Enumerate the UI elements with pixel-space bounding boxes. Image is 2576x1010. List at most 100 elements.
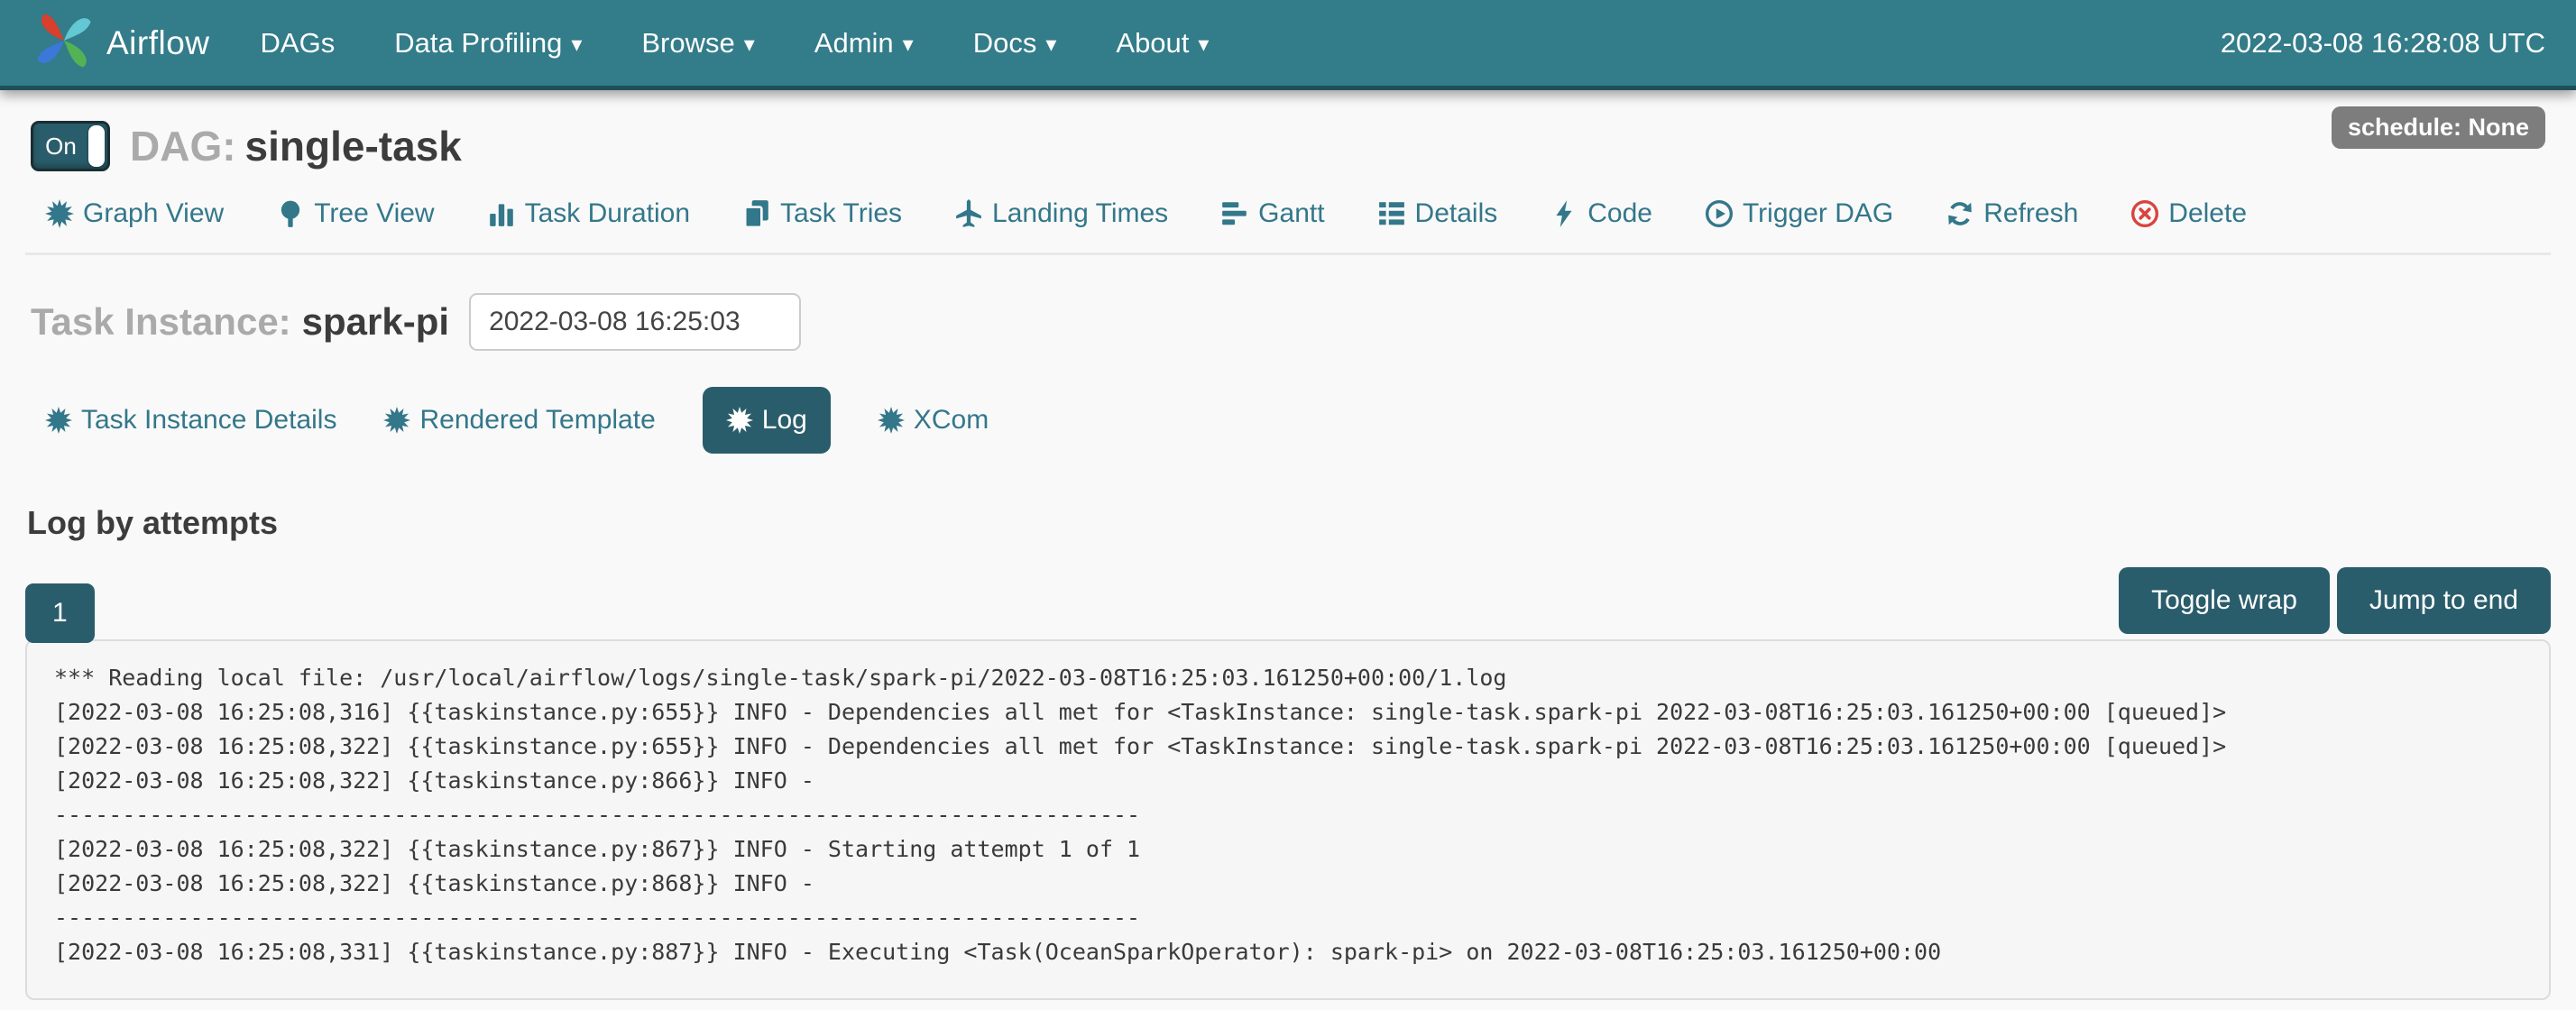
burst-icon bbox=[878, 407, 905, 434]
log-line: [2022-03-08 16:25:08,316] {{taskinstance… bbox=[54, 695, 2522, 730]
tab-label: Landing Times bbox=[992, 198, 1168, 229]
task-instance-tabs: Task Instance Details Rendered Template … bbox=[45, 387, 2551, 454]
top-navbar: Airflow DAGs Data Profiling ▾ Browse ▾ A… bbox=[0, 0, 2576, 90]
tab-label: Task Instance Details bbox=[81, 405, 336, 436]
airflow-pinwheel-logo-icon bbox=[31, 7, 97, 78]
log-line: [2022-03-08 16:25:08,322] {{taskinstance… bbox=[54, 764, 2522, 798]
toggle-knob bbox=[88, 125, 105, 167]
page-title: DAG:single-task bbox=[130, 122, 462, 170]
nav-item-admin[interactable]: Admin ▾ bbox=[814, 27, 914, 60]
tab-label: Details bbox=[1415, 198, 1498, 229]
dag-pause-toggle[interactable]: On bbox=[31, 121, 110, 171]
page-content: On DAG:single-task schedule: None Graph … bbox=[0, 90, 2576, 1000]
tab-tree-view[interactable]: Tree View bbox=[276, 198, 434, 229]
log-line: [2022-03-08 16:25:08,322] {{taskinstance… bbox=[54, 867, 2522, 901]
log-attempts-bar: 1 Toggle wrap Jump to end bbox=[25, 567, 2551, 639]
toggle-wrap-button[interactable]: Toggle wrap bbox=[2119, 567, 2330, 634]
section-divider bbox=[25, 252, 2551, 255]
tab-rendered-template[interactable]: Rendered Template bbox=[383, 405, 655, 436]
log-line: [2022-03-08 16:25:08,322] {{taskinstance… bbox=[54, 832, 2522, 867]
list-icon bbox=[1377, 199, 1406, 228]
tab-label: Rendered Template bbox=[419, 405, 655, 436]
tab-label: Task Duration bbox=[525, 198, 690, 229]
attempt-tab-1[interactable]: 1 bbox=[25, 583, 95, 643]
nav-item-label: Data Profiling bbox=[394, 27, 562, 60]
dag-header: On DAG:single-task schedule: None bbox=[25, 121, 2551, 171]
toggle-on-label: On bbox=[33, 133, 88, 161]
task-instance-header: Task Instance: spark-pi bbox=[31, 293, 2551, 351]
button-trigger-dag[interactable]: Trigger DAG bbox=[1705, 198, 1893, 229]
log-line: ----------------------------------------… bbox=[54, 901, 2522, 935]
nav-item-label: DAGs bbox=[261, 27, 336, 60]
tab-label: Log bbox=[762, 405, 807, 436]
tab-label: Code bbox=[1587, 198, 1652, 229]
tab-label: Task Tries bbox=[780, 198, 902, 229]
plane-icon bbox=[954, 199, 983, 228]
log-line: *** Reading local file: /usr/local/airfl… bbox=[54, 661, 2522, 695]
nav-item-browse[interactable]: Browse ▾ bbox=[641, 27, 754, 60]
tab-log[interactable]: Log bbox=[703, 387, 831, 454]
tab-task-instance-details[interactable]: Task Instance Details bbox=[45, 405, 336, 436]
jump-to-end-button[interactable]: Jump to end bbox=[2337, 567, 2551, 634]
nav-menu: DAGs Data Profiling ▾ Browse ▾ Admin ▾ D… bbox=[261, 27, 1210, 60]
tab-task-duration[interactable]: Task Duration bbox=[487, 198, 690, 229]
tab-label: XCom bbox=[914, 405, 989, 436]
tab-label: Tree View bbox=[314, 198, 434, 229]
task-name: spark-pi bbox=[302, 300, 449, 344]
tab-label: Delete bbox=[2168, 198, 2247, 229]
copy-pages-icon bbox=[742, 199, 771, 228]
log-buttons: Toggle wrap Jump to end bbox=[2119, 567, 2551, 634]
log-line: [2022-03-08 16:25:08,331] {{taskinstance… bbox=[54, 935, 2522, 969]
nav-item-docs[interactable]: Docs ▾ bbox=[973, 27, 1057, 60]
burst-icon bbox=[45, 407, 72, 434]
nav-item-label: Admin bbox=[814, 27, 894, 60]
refresh-icon bbox=[1946, 199, 1974, 228]
nav-item-about[interactable]: About ▾ bbox=[1116, 27, 1209, 60]
nav-item-label: Browse bbox=[641, 27, 734, 60]
tab-label: Trigger DAG bbox=[1743, 198, 1893, 229]
chevron-down-icon: ▾ bbox=[903, 32, 914, 58]
dag-name: single-task bbox=[245, 123, 462, 170]
bolt-icon bbox=[1550, 199, 1578, 228]
nav-item-dags[interactable]: DAGs bbox=[261, 27, 336, 60]
tab-label: Graph View bbox=[83, 198, 224, 229]
log-section-heading: Log by attempts bbox=[27, 504, 2551, 542]
chevron-down-icon: ▾ bbox=[744, 32, 755, 58]
tab-gantt[interactable]: Gantt bbox=[1220, 198, 1324, 229]
play-circle-icon bbox=[1705, 199, 1734, 228]
task-instance-prefix: Task Instance: bbox=[31, 300, 291, 344]
dag-title-prefix: DAG: bbox=[130, 123, 236, 170]
burst-icon bbox=[726, 407, 753, 434]
utc-clock: 2022-03-08 16:28:08 UTC bbox=[2221, 27, 2545, 60]
nav-item-label: Docs bbox=[973, 27, 1037, 60]
airflow-brand[interactable]: Airflow bbox=[31, 7, 210, 78]
schedule-badge: schedule: None bbox=[2332, 106, 2545, 149]
brand-label: Airflow bbox=[106, 24, 210, 62]
execution-date-input[interactable] bbox=[469, 293, 801, 351]
gantt-bars-icon bbox=[1220, 199, 1249, 228]
tab-label: Refresh bbox=[1983, 198, 2078, 229]
delete-circle-x-icon bbox=[2130, 199, 2159, 228]
chevron-down-icon: ▾ bbox=[1198, 32, 1209, 58]
log-line: [2022-03-08 16:25:08,322] {{taskinstance… bbox=[54, 730, 2522, 764]
tab-graph-view[interactable]: Graph View bbox=[45, 198, 224, 229]
nav-item-label: About bbox=[1116, 27, 1189, 60]
tab-task-tries[interactable]: Task Tries bbox=[742, 198, 902, 229]
bar-chart-icon bbox=[487, 199, 516, 228]
chevron-down-icon: ▾ bbox=[1045, 32, 1056, 58]
burst-icon bbox=[45, 199, 74, 228]
tab-code[interactable]: Code bbox=[1550, 198, 1652, 229]
button-delete-dag[interactable]: Delete bbox=[2130, 198, 2247, 229]
tab-xcom[interactable]: XCom bbox=[878, 405, 989, 436]
log-line: ----------------------------------------… bbox=[54, 798, 2522, 832]
tab-label: Gantt bbox=[1258, 198, 1324, 229]
tree-icon bbox=[276, 199, 305, 228]
log-output-panel[interactable]: *** Reading local file: /usr/local/airfl… bbox=[25, 639, 2551, 1000]
nav-item-data-profiling[interactable]: Data Profiling ▾ bbox=[394, 27, 582, 60]
tab-details[interactable]: Details bbox=[1377, 198, 1498, 229]
dag-view-tabs: Graph View Tree View Task Duration Task … bbox=[45, 198, 2551, 229]
button-refresh[interactable]: Refresh bbox=[1946, 198, 2078, 229]
burst-icon bbox=[383, 407, 410, 434]
chevron-down-icon: ▾ bbox=[571, 32, 582, 58]
tab-landing-times[interactable]: Landing Times bbox=[954, 198, 1168, 229]
